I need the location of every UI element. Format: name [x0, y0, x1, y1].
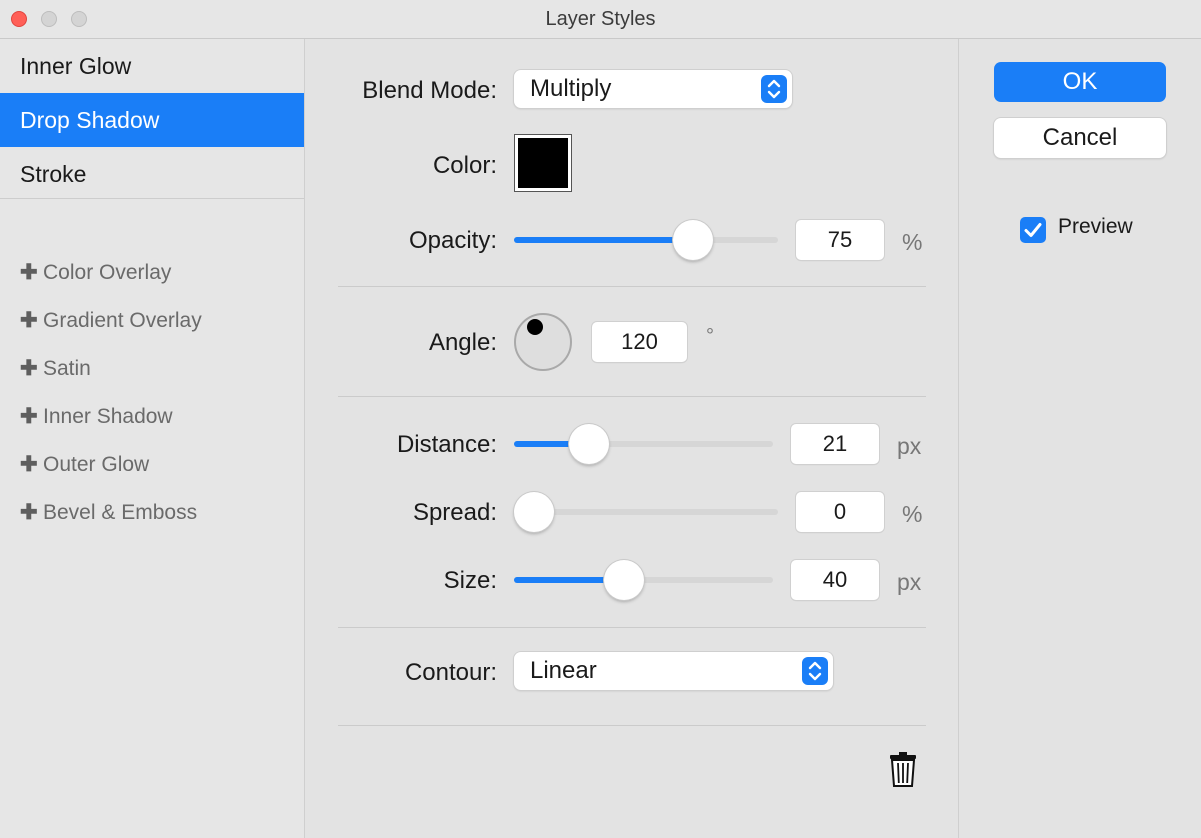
- opacity-unit: %: [902, 229, 923, 255]
- preview-checkbox[interactable]: [1020, 217, 1046, 243]
- sidebar-item-drop-shadow[interactable]: Drop Shadow: [0, 93, 304, 147]
- section-divider: [338, 286, 926, 287]
- blend-mode-select[interactable]: Multiply: [514, 70, 792, 108]
- add-item-label: Satin: [43, 357, 91, 380]
- sidebar-item-stroke[interactable]: Stroke: [0, 147, 304, 201]
- opacity-slider[interactable]: [514, 220, 778, 260]
- distance-slider-knob[interactable]: [568, 424, 609, 464]
- angle-unit: °: [706, 325, 714, 347]
- blend-mode-value: Multiply: [530, 75, 612, 102]
- opacity-label: Opacity:: [408, 227, 497, 254]
- up-down-chevron-icon: [761, 75, 787, 103]
- add-item-label: Gradient Overlay: [43, 309, 202, 332]
- effects-sidebar: Inner Glow Drop Shadow Stroke ✚ Color Ove…: [0, 39, 305, 838]
- settings-panel: Blend Mode: Multiply Color: Opacity: 75 …: [305, 39, 959, 838]
- plus-icon: ✚: [20, 261, 38, 284]
- size-field[interactable]: 40: [791, 560, 879, 600]
- spread-slider[interactable]: [514, 492, 778, 532]
- size-label: Size:: [443, 567, 497, 594]
- cancel-button[interactable]: Cancel: [994, 118, 1166, 158]
- window-title: Layer Styles: [545, 8, 656, 30]
- layer-styles-window: Layer Styles Inner Glow Drop Shadow Stro…: [0, 0, 1201, 838]
- angle-field[interactable]: 120: [592, 322, 687, 362]
- size-unit: px: [897, 569, 922, 595]
- add-bevel-emboss-item[interactable]: ✚ Bevel & Emboss: [20, 500, 197, 525]
- add-item-label: Color Overlay: [43, 261, 172, 284]
- color-label: Color:: [432, 152, 497, 179]
- opacity-slider-fill: [514, 237, 694, 243]
- spread-slider-knob[interactable]: [514, 492, 554, 532]
- plus-icon: ✚: [20, 453, 38, 476]
- ok-button[interactable]: OK: [994, 62, 1166, 102]
- actions-panel: OK Cancel Preview: [959, 39, 1201, 838]
- plus-icon: ✚: [20, 309, 38, 332]
- add-color-overlay-item[interactable]: ✚ Color Overlay: [20, 260, 171, 285]
- plus-icon: ✚: [20, 501, 38, 524]
- distance-unit: px: [897, 433, 922, 459]
- angle-dial-indicator: [527, 319, 543, 335]
- contour-value: Linear: [530, 657, 597, 684]
- size-slider[interactable]: [514, 560, 773, 600]
- spread-unit: %: [902, 501, 923, 527]
- contour-select[interactable]: Linear: [514, 652, 833, 690]
- angle-label: Angle:: [428, 329, 497, 356]
- add-item-label: Outer Glow: [43, 453, 150, 476]
- section-divider: [338, 725, 926, 726]
- plus-icon: ✚: [20, 405, 38, 428]
- preview-label: Preview: [1058, 215, 1133, 238]
- distance-label: Distance:: [396, 431, 497, 458]
- checkmark-icon: [1024, 223, 1042, 237]
- color-fill: [518, 138, 568, 188]
- add-outer-glow-item[interactable]: ✚ Outer Glow: [20, 452, 149, 477]
- section-divider: [338, 396, 926, 397]
- add-gradient-overlay-item[interactable]: ✚ Gradient Overlay: [20, 308, 202, 333]
- sidebar-divider: [0, 198, 304, 199]
- plus-icon: ✚: [20, 357, 38, 380]
- section-divider: [338, 627, 926, 628]
- angle-dial[interactable]: [514, 313, 572, 371]
- spread-field[interactable]: 0: [796, 492, 884, 532]
- sidebar-item-inner-glow[interactable]: Inner Glow: [0, 39, 304, 93]
- contour-label: Contour:: [404, 659, 497, 686]
- trash-icon[interactable]: [888, 751, 918, 787]
- distance-slider[interactable]: [514, 424, 773, 464]
- blend-mode-label: Blend Mode:: [362, 77, 497, 104]
- size-slider-knob[interactable]: [603, 560, 644, 600]
- add-inner-shadow-item[interactable]: ✚ Inner Shadow: [20, 404, 173, 429]
- opacity-field[interactable]: 75: [796, 220, 884, 260]
- distance-field[interactable]: 21: [791, 424, 879, 464]
- up-down-chevron-icon: [802, 657, 828, 685]
- shadow-color-swatch[interactable]: [514, 134, 572, 192]
- add-satin-item[interactable]: ✚ Satin: [20, 356, 91, 381]
- title-bar: Layer Styles: [0, 0, 1201, 39]
- add-item-label: Inner Shadow: [43, 405, 173, 428]
- spread-label: Spread:: [412, 499, 497, 526]
- opacity-slider-knob[interactable]: [673, 220, 714, 260]
- add-item-label: Bevel & Emboss: [43, 501, 198, 524]
